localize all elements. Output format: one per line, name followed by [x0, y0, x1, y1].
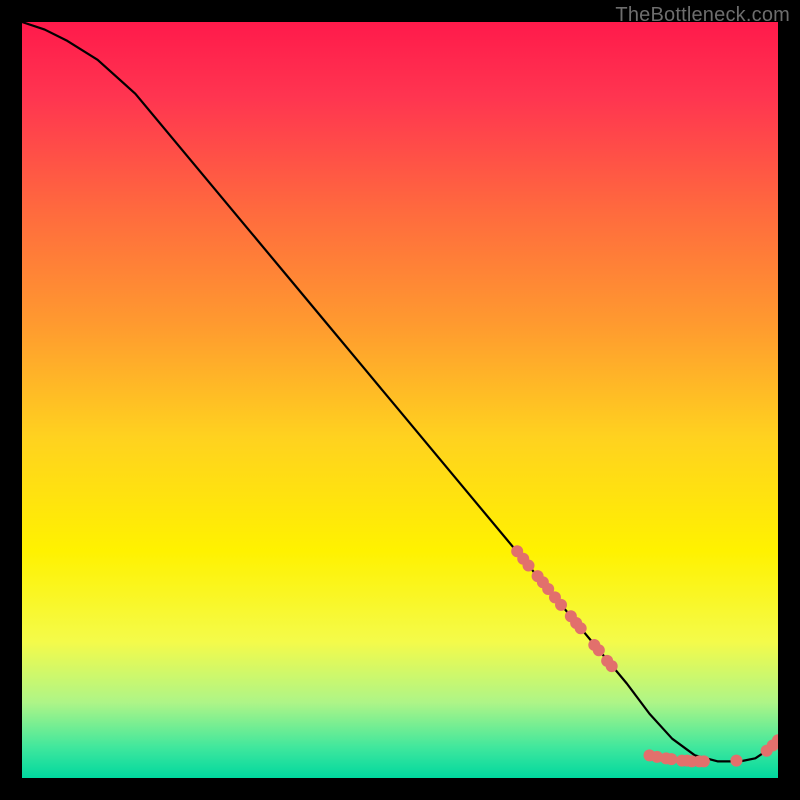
curve-marker [698, 755, 710, 767]
plot-area [22, 22, 778, 778]
curve-marker [730, 755, 742, 767]
curve-marker [606, 660, 618, 672]
gradient-background [22, 22, 778, 778]
watermark-label: TheBottleneck.com [615, 4, 790, 27]
curve-marker [665, 753, 677, 765]
curve-marker [593, 644, 605, 656]
chart-stage: TheBottleneck.com [0, 0, 800, 800]
curve-marker [575, 622, 587, 634]
curve-marker [555, 599, 567, 611]
curve-marker [523, 560, 535, 572]
chart-svg [22, 22, 778, 778]
